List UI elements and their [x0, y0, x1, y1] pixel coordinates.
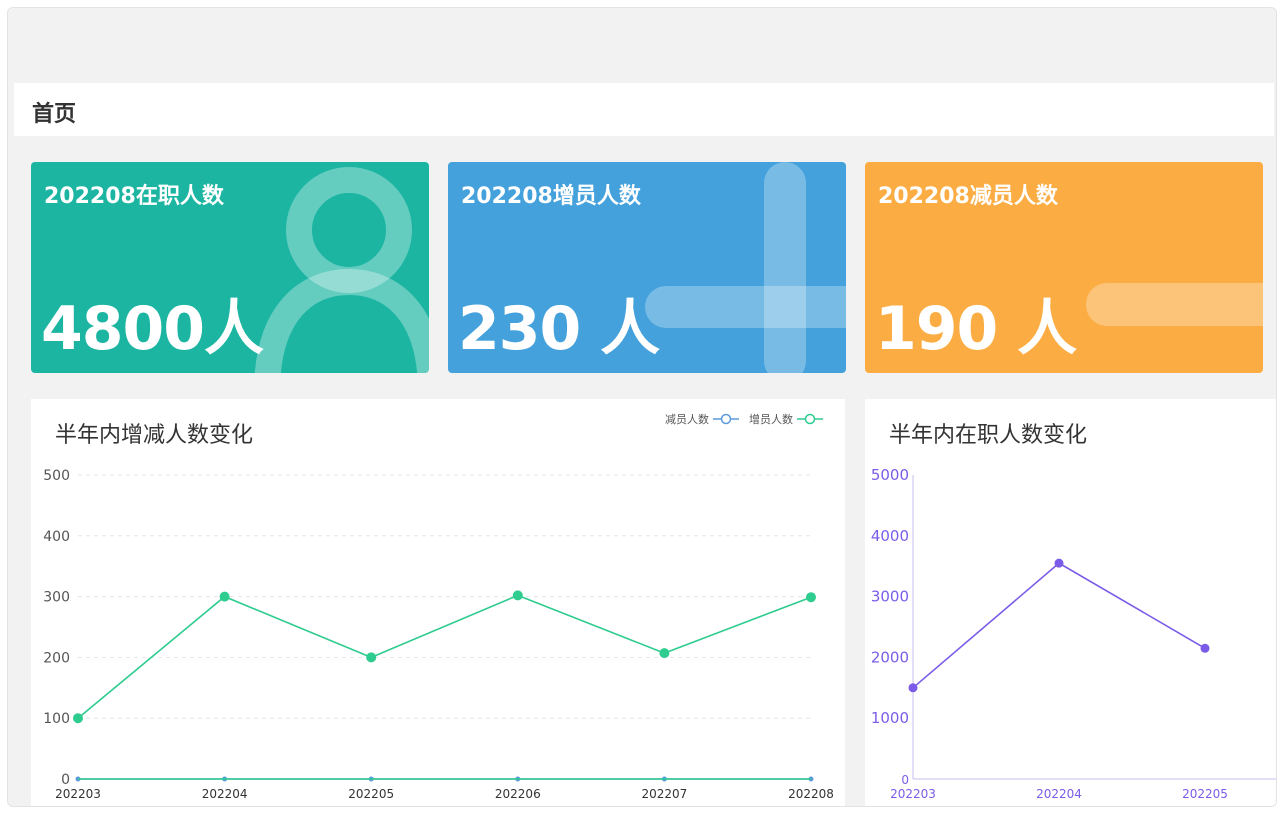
app-frame: 首页 202208在职人数 4800人 202208增员人数 230 人 202… — [7, 7, 1277, 807]
y-tick-label: 500 — [43, 468, 70, 484]
y-tick-label: 0 — [61, 772, 70, 788]
x-tick-label: 202205 — [1182, 787, 1228, 801]
x-tick-label: 202208 — [788, 787, 834, 801]
y-tick-label: 2000 — [871, 648, 909, 666]
data-point — [512, 590, 523, 601]
x-tick-label: 202203 — [55, 787, 101, 801]
card-value: 190 人 — [875, 294, 1077, 364]
card-additions: 202208增员人数 230 人 — [448, 162, 846, 373]
line-chart-headcount: 0 1000 2000 3000 4000 5000 202203 202204 202205 — [871, 466, 1276, 801]
x-tick-label: 202204 — [202, 787, 248, 801]
x-tick-label: 202203 — [890, 787, 936, 801]
chart-panel-headcount: 半年内在职人数变化 0 1000 2000 3000 4000 5000 202203 202… — [865, 399, 1276, 806]
data-point — [219, 591, 230, 602]
y-tick-label: 300 — [43, 590, 70, 606]
y-tick-label: 1000 — [871, 709, 909, 727]
y-tick-label: 200 — [43, 650, 70, 666]
y-tick-label: 3000 — [871, 588, 909, 606]
data-point — [73, 713, 83, 724]
y-tick-label: 0 — [901, 773, 909, 787]
top-bar — [8, 8, 1276, 82]
x-tick-label: 202205 — [348, 787, 394, 801]
page-header: 首页 — [14, 83, 1274, 136]
data-point — [908, 683, 918, 693]
y-tick-label: 400 — [43, 529, 70, 545]
card-title: 202208减员人数 — [878, 184, 1058, 209]
card-title: 202208在职人数 — [44, 184, 224, 209]
card-value: 4800人 — [41, 294, 264, 364]
card-employees: 202208在职人数 4800人 — [31, 162, 429, 373]
card-value: 230 人 — [458, 294, 660, 364]
data-point — [659, 648, 670, 659]
y-tick-label: 5000 — [871, 466, 909, 484]
line-chart-change: 0 100 200 300 400 500 202203 202204 202205 202206… — [43, 468, 834, 801]
y-tick-label: 100 — [43, 711, 70, 727]
data-point — [806, 592, 816, 603]
x-tick-label: 202207 — [641, 787, 687, 801]
y-tick-label: 4000 — [871, 527, 909, 545]
data-point — [366, 652, 377, 663]
series-line — [77, 594, 812, 719]
data-point — [1200, 643, 1210, 653]
chart-panel-change: 半年内增减人数变化 减员人数 增员人数 0 100 200 300 400 500 2022… — [31, 399, 845, 806]
data-point — [1054, 558, 1064, 568]
series-line — [912, 562, 1206, 689]
x-tick-label: 202206 — [495, 787, 541, 801]
card-title: 202208增员人数 — [461, 184, 641, 209]
page-title: 首页 — [32, 102, 77, 127]
x-tick-label: 202204 — [1036, 787, 1082, 801]
card-reductions: 202208减员人数 190 人 — [865, 162, 1263, 373]
